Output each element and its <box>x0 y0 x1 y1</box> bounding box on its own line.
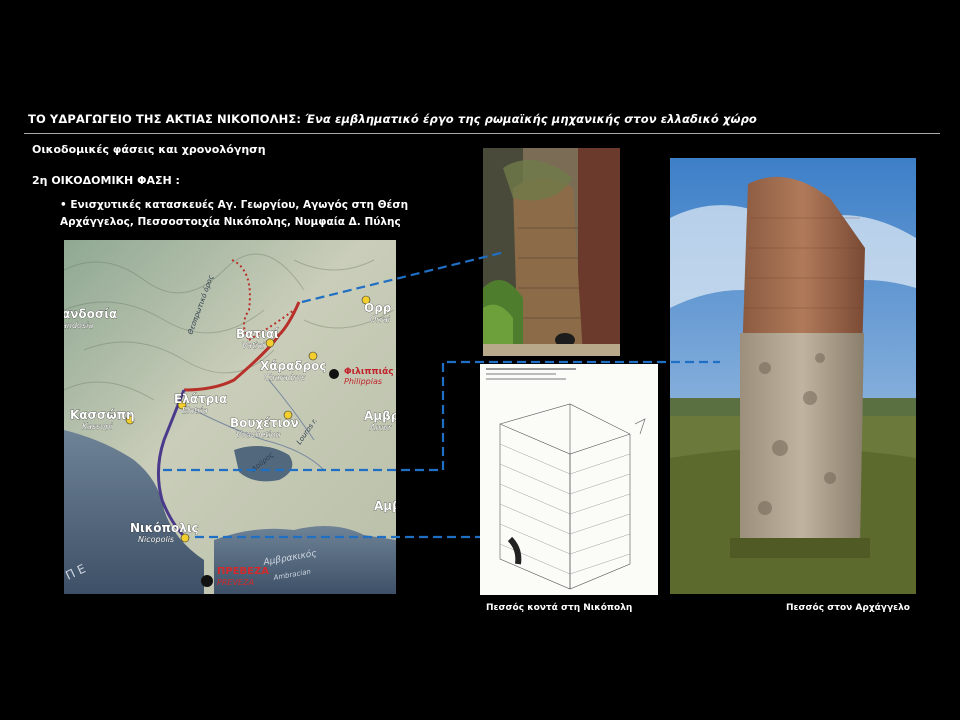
phase-heading: 2η ΟΙΚΟΔΟΜΙΚΗ ΦΑΣΗ : <box>32 174 180 187</box>
label-elatria-lat: Elatria <box>182 406 208 415</box>
label-kassopi-lat: Kassopi <box>82 422 113 431</box>
label-nikopolis-lat: Nicopolis <box>138 535 174 544</box>
label-kassopi: Κασσώπη <box>70 408 135 422</box>
label-charadros: Χάραδρος <box>260 359 327 373</box>
filippias-dot <box>329 369 339 379</box>
section-heading: Οικοδομικές φάσεις και χρονολόγηση <box>32 143 266 156</box>
label-nikopolis: Νικόπολις <box>130 521 199 535</box>
label-elatria: Ελάτρια <box>174 392 227 406</box>
label-filippias-lat: Philippias <box>344 377 382 386</box>
nikopolis-dot <box>180 533 190 543</box>
caption-archangelos: Πεσσός στον Αρχάγγελο <box>786 603 910 613</box>
aqueduct-route-map: Βατιαί Χάραδρος Ελάτρια Κασσώπη Βουχέτιο… <box>64 240 396 594</box>
photo-pier-vegetation <box>483 148 620 356</box>
label-pandosia: ανδοσία <box>64 307 117 321</box>
label-pandosia-lat: andosia <box>64 321 93 330</box>
caption-nikopoli: Πεσσός κοντά στη Νικόπολη <box>486 603 633 613</box>
label-orraon: Ορρ <box>364 301 392 315</box>
preveza-dot <box>201 575 213 587</box>
title-subtitle: Ένα εμβληματικό έργο της ρωμαϊκής μηχανι… <box>305 112 757 126</box>
label-vatiai-lat: Vatiai <box>242 341 265 350</box>
label-charadros-lat: Charadros <box>264 373 305 382</box>
label-vouchetion: Βουχέτιον <box>230 416 299 430</box>
pier-reconstruction-drawing <box>480 364 658 595</box>
label-amvr2: Αμβρ <box>374 499 396 513</box>
label-preveza: ΠΡΕΒΕΖΑ <box>217 566 269 577</box>
title-divider <box>24 133 940 134</box>
label-orraon-lat: Orrai <box>370 315 391 324</box>
label-filippias: Φιλιππιάς <box>344 367 394 377</box>
photo-pier-archangelos <box>670 158 916 594</box>
label-preveza-lat: PREVEZA <box>217 578 254 587</box>
slide-title: ΤΟ ΥΔΡΑΓΩΓΕΙΟ ΤΗΣ ΑΚΤΙΑΣ ΝΙΚΟΠΟΛΗΣ: Ένα … <box>28 112 757 126</box>
label-vouchetion-lat: Vouchetion <box>236 430 281 439</box>
label-vatiai: Βατιαί <box>236 327 279 341</box>
title-main: ΤΟ ΥΔΡΑΓΩΓΕΙΟ ΤΗΣ ΑΚΤΙΑΣ ΝΙΚΟΠΟΛΗΣ: <box>28 112 306 126</box>
label-amvrakia-lat: Amvr <box>369 423 392 432</box>
label-amvrakia: Αμβρ <box>364 409 396 423</box>
phase-bullet: • Ενισχυτικές κατασκευές Αγ. Γεωργίου, Α… <box>60 199 409 228</box>
